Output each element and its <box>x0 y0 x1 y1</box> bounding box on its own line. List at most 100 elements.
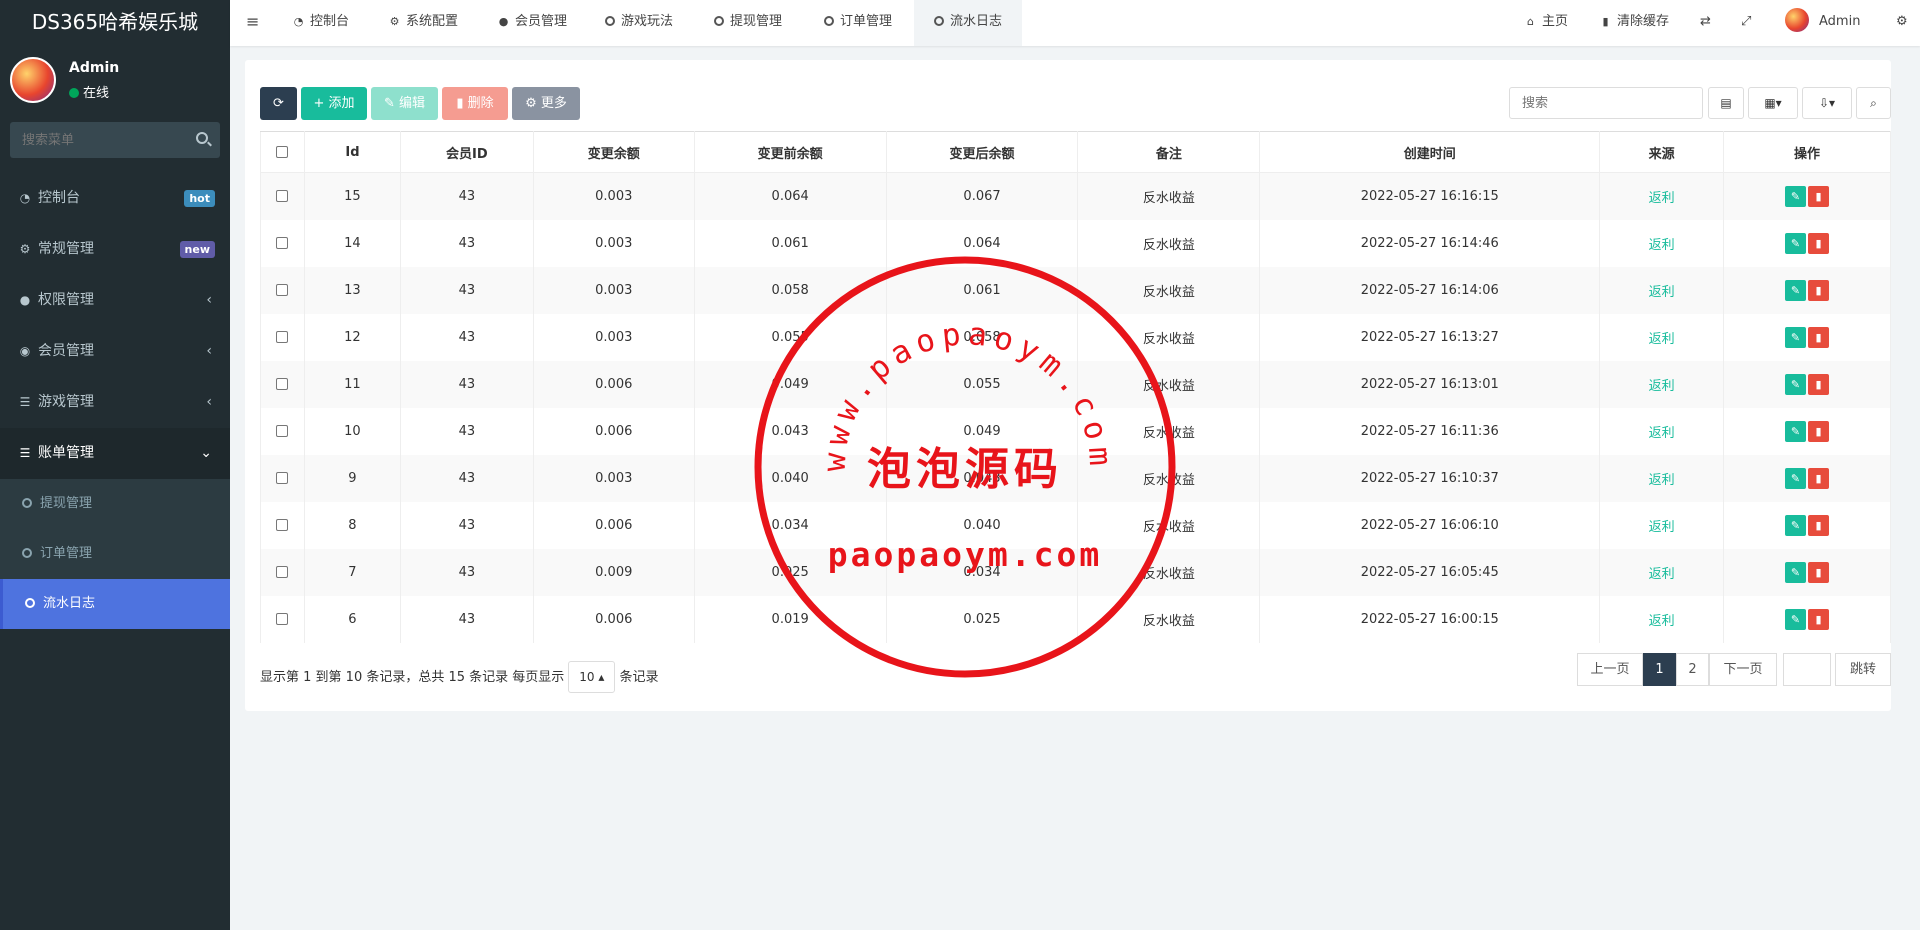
sidebar-item-dashboard[interactable]: ◔ 控制台 hot <box>0 173 230 224</box>
sidebar-search-input[interactable] <box>10 122 220 158</box>
jump-page-input[interactable] <box>1783 653 1831 686</box>
row-checkbox[interactable] <box>276 519 289 531</box>
row-delete-button[interactable]: ▮ <box>1808 420 1830 442</box>
table-search-input[interactable] <box>1509 87 1703 119</box>
tab-flow-log[interactable]: 流水日志 <box>914 0 1022 46</box>
row-edit-button[interactable]: ✎ <box>1785 514 1807 536</box>
sidebar-subitem-orders[interactable]: 订单管理 <box>0 529 230 579</box>
col-id[interactable]: Id <box>303 131 401 173</box>
row-edit-button[interactable]: ✎ <box>1785 279 1807 301</box>
row-delete-button[interactable]: ▮ <box>1808 467 1830 489</box>
row-edit-button[interactable]: ✎ <box>1785 608 1807 630</box>
row-edit-button[interactable]: ✎ <box>1785 232 1807 254</box>
row-edit-button[interactable]: ✎ <box>1785 420 1807 442</box>
row-checkbox[interactable] <box>276 613 289 625</box>
search-icon[interactable] <box>196 132 208 144</box>
cell-source[interactable]: 返利 <box>1599 360 1725 408</box>
cell-source[interactable]: 返利 <box>1599 313 1725 361</box>
row-delete-button[interactable]: ▮ <box>1808 514 1830 536</box>
refresh-button[interactable]: ⟳ <box>260 87 297 120</box>
select-all-checkbox[interactable] <box>276 146 289 158</box>
tab-game-rules[interactable]: 游戏玩法 <box>605 0 673 46</box>
page-size-select[interactable]: 10 ▴ <box>568 661 616 693</box>
table-row[interactable]: 10 43 0.006 0.043 0.049 反水收益 2022-05-27 16:11:… <box>260 407 1891 455</box>
cell-source[interactable]: 返利 <box>1599 501 1725 549</box>
tab-withdraw[interactable]: 提现管理 <box>714 0 782 46</box>
table-row[interactable]: 7 43 0.009 0.025 0.034 反水收益 2022-05-27 16:05:4… <box>260 548 1891 596</box>
sidebar-item-permissions[interactable]: ● 权限管理 ‹ <box>0 275 230 326</box>
cell-source[interactable]: 返利 <box>1599 548 1725 596</box>
table-row[interactable]: 14 43 0.003 0.061 0.064 反水收益 2022-05-27 16:14:… <box>260 219 1891 267</box>
sidebar-item-games[interactable]: ☰ 游戏管理 ‹ <box>0 377 230 428</box>
col-change-amount[interactable]: 变更余额 <box>532 131 695 173</box>
menu-toggle-icon[interactable]: ≡ <box>246 0 259 46</box>
row-edit-button[interactable]: ✎ <box>1785 561 1807 583</box>
sidebar-item-general[interactable]: ⚙ 常规管理 new <box>0 224 230 275</box>
next-page-button[interactable]: 下一页 <box>1709 653 1777 686</box>
page-1-button[interactable]: 1 <box>1643 653 1676 686</box>
row-delete-button[interactable]: ▮ <box>1808 185 1830 207</box>
fullscreen-icon[interactable]: ⤢ <box>1741 0 1751 46</box>
row-edit-button[interactable]: ✎ <box>1785 467 1807 489</box>
more-button[interactable]: ⚙ 更多 <box>512 87 580 120</box>
cell-source[interactable]: 返利 <box>1599 407 1725 455</box>
table-row[interactable]: 8 43 0.006 0.034 0.040 反水收益 2022-05-27 16:06:1… <box>260 501 1891 549</box>
col-member-id[interactable]: 会员ID <box>399 131 534 173</box>
col-remark[interactable]: 备注 <box>1077 131 1261 173</box>
tab-dashboard[interactable]: ◔ 控制台 <box>292 0 349 46</box>
cell-source[interactable]: 返利 <box>1599 172 1725 220</box>
row-delete-button[interactable]: ▮ <box>1808 561 1830 583</box>
columns-button[interactable]: ▦▾ <box>1748 87 1798 119</box>
jump-button[interactable]: 跳转 <box>1835 653 1891 686</box>
row-delete-button[interactable]: ▮ <box>1808 326 1830 348</box>
sidebar-item-billing[interactable]: ☰ 账单管理 ⌄ <box>0 428 230 479</box>
edit-button[interactable]: ✎ 编辑 <box>371 87 438 120</box>
settings-icon[interactable]: ⚙ <box>1896 0 1908 46</box>
row-checkbox[interactable] <box>276 284 289 296</box>
row-checkbox[interactable] <box>276 378 289 390</box>
col-balance-after[interactable]: 变更后余额 <box>885 131 1079 173</box>
table-row[interactable]: 9 43 0.003 0.040 0.043 反水收益 2022-05-27 16:10:3… <box>260 454 1891 502</box>
table-row[interactable]: 15 43 0.003 0.064 0.067 反水收益 2022-05-27 16:16:… <box>260 172 1891 220</box>
prev-page-button[interactable]: 上一页 <box>1577 653 1643 686</box>
cell-source[interactable]: 返利 <box>1599 266 1725 314</box>
cell-source[interactable]: 返利 <box>1599 219 1725 267</box>
home-link[interactable]: ⌂ 主页 <box>1524 0 1568 46</box>
row-checkbox[interactable] <box>276 472 289 484</box>
cell-source[interactable]: 返利 <box>1599 595 1725 643</box>
sidebar-item-members[interactable]: ◉ 会员管理 ‹ <box>0 326 230 377</box>
row-delete-button[interactable]: ▮ <box>1808 373 1830 395</box>
row-checkbox[interactable] <box>276 237 289 249</box>
sidebar-subitem-flow-log[interactable]: 流水日志 <box>0 579 230 629</box>
row-edit-button[interactable]: ✎ <box>1785 326 1807 348</box>
row-edit-button[interactable]: ✎ <box>1785 185 1807 207</box>
col-source[interactable]: 来源 <box>1599 131 1725 173</box>
table-row[interactable]: 11 43 0.006 0.049 0.055 反水收益 2022-05-27 16:13:… <box>260 360 1891 408</box>
tab-system-config[interactable]: ⚙ 系统配置 <box>388 0 458 46</box>
col-created-time[interactable]: 创建时间 <box>1259 131 1601 173</box>
row-checkbox[interactable] <box>276 566 289 578</box>
search-button[interactable]: ⌕ <box>1856 87 1891 119</box>
language-icon[interactable]: ⇄ <box>1700 0 1711 46</box>
app-logo-title[interactable]: DS365哈希娱乐城 <box>0 0 230 44</box>
col-balance-before[interactable]: 变更前余额 <box>693 131 887 173</box>
row-delete-button[interactable]: ▮ <box>1808 279 1830 301</box>
cell-source[interactable]: 返利 <box>1599 454 1725 502</box>
row-checkbox[interactable] <box>276 190 289 203</box>
row-delete-button[interactable]: ▮ <box>1808 608 1830 630</box>
sidebar-subitem-withdraw[interactable]: 提现管理 <box>0 479 230 529</box>
tab-orders[interactable]: 订单管理 <box>824 0 892 46</box>
toggle-view-button[interactable]: ▤ <box>1708 87 1744 119</box>
delete-button[interactable]: ▮ 删除 <box>442 87 508 120</box>
tab-members[interactable]: ● 会员管理 <box>497 0 567 46</box>
row-delete-button[interactable]: ▮ <box>1808 232 1830 254</box>
row-edit-button[interactable]: ✎ <box>1785 373 1807 395</box>
table-row[interactable]: 6 43 0.006 0.019 0.025 反水收益 2022-05-27 16:00:1… <box>260 595 1891 643</box>
table-row[interactable]: 13 43 0.003 0.058 0.061 反水收益 2022-05-27 16:14:… <box>260 266 1891 314</box>
clear-cache-button[interactable]: ▮ 清除缓存 <box>1599 0 1669 46</box>
table-row[interactable]: 12 43 0.003 0.055 0.058 反水收益 2022-05-27 16:13:… <box>260 313 1891 361</box>
row-checkbox[interactable] <box>276 425 289 437</box>
user-menu[interactable]: Admin <box>1785 0 1860 46</box>
add-button[interactable]: + 添加 <box>301 87 367 120</box>
export-button[interactable]: ⇩▾ <box>1802 87 1852 119</box>
